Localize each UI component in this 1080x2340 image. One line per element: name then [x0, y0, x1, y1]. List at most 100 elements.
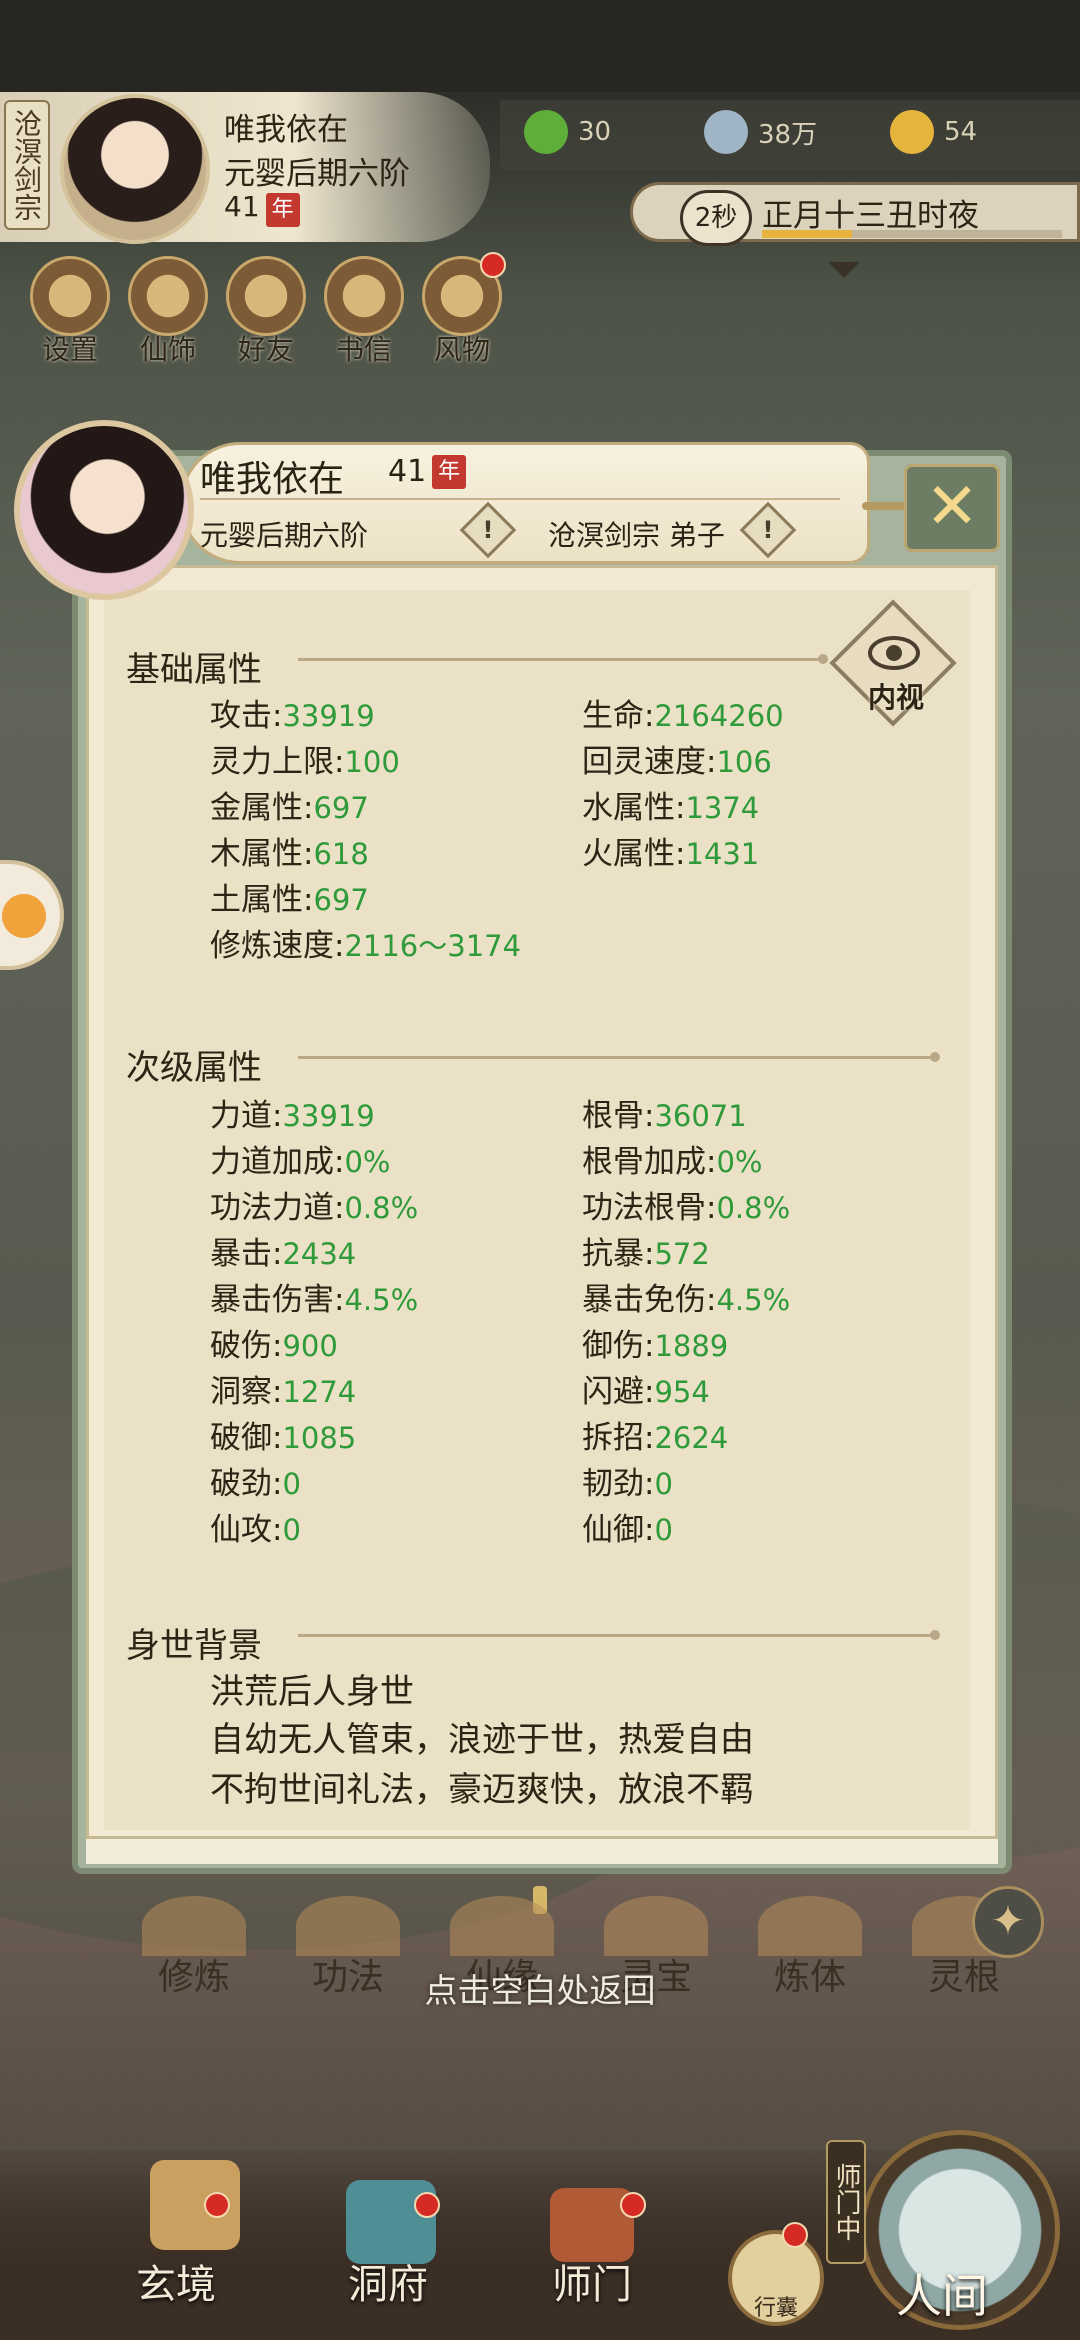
stat-value: 36071 — [654, 1099, 747, 1133]
menu-label: 仙饰 — [139, 333, 196, 366]
tap-to-return-hint: 点击空白处返回 — [424, 1971, 656, 2010]
techniques-icon — [296, 1896, 400, 1956]
character-age: 41 年 — [388, 454, 467, 489]
stat-constitution: 根骨:36071 — [582, 1098, 747, 1134]
menu-settings[interactable]: 设置 — [30, 256, 110, 368]
close-button-rod — [862, 502, 908, 510]
stat-crit-damage-reduction: 暴击免伤:4.5% — [582, 1282, 791, 1318]
stat-water: 水属性:1374 — [582, 790, 760, 826]
menu-scenery[interactable]: 风物 — [422, 252, 506, 368]
stat-value: 2164260 — [654, 699, 784, 733]
stat-toughness: 韧劲:0 — [582, 1466, 673, 1502]
exclamation-icon: ! — [482, 516, 494, 544]
friends-icon — [226, 256, 306, 336]
resource-coin[interactable]: 38万 — [704, 110, 817, 154]
stat-attack: 攻击:33919 — [210, 698, 375, 734]
stat-label: 仙攻 — [210, 1512, 272, 1548]
stat-value: 0 — [654, 1467, 673, 1501]
stat-metal: 金属性:697 — [210, 790, 369, 826]
bag-button[interactable]: 行囊 — [728, 2230, 824, 2326]
close-button[interactable]: ✕ — [904, 464, 1000, 552]
character-sect-role: 沧溟剑宗 弟子 — [548, 519, 725, 552]
stat-value: 0% — [716, 1145, 763, 1179]
coin-icon — [704, 110, 748, 154]
chevron-down-icon[interactable] — [828, 262, 860, 278]
game-time: 正月十三丑时夜 — [762, 198, 979, 234]
stat-label: 仙御 — [582, 1512, 644, 1548]
stat-label: 功法根骨 — [582, 1190, 706, 1226]
player-avatar[interactable] — [60, 94, 210, 244]
stat-label: 破伤 — [210, 1328, 272, 1364]
bag-label: 行囊 — [753, 2296, 798, 2321]
letter-icon — [324, 256, 404, 336]
stat-label: 拆招 — [582, 1420, 644, 1456]
stat-value: 1274 — [282, 1375, 357, 1409]
costume-icon — [128, 256, 208, 336]
stat-label: 功法力道 — [210, 1190, 334, 1226]
nav-sect[interactable]: 师门 — [552, 2252, 632, 2310]
notification-dot — [620, 2192, 646, 2218]
menu-friends[interactable]: 好友 — [226, 256, 306, 368]
stat-value: 33919 — [282, 699, 375, 733]
stat-strength: 力道:33919 — [210, 1098, 375, 1134]
stat-pierce-damage: 破伤:900 — [210, 1328, 338, 1364]
stat-immortal-defense: 仙御:0 — [582, 1512, 673, 1548]
cultivate-icon — [142, 1896, 246, 1956]
stat-value: 1085 — [282, 1421, 357, 1455]
gear-icon — [30, 256, 110, 336]
stat-immortal-attack: 仙攻:0 — [210, 1512, 301, 1548]
stat-label: 火属性 — [582, 836, 675, 872]
resource-leaf-value: 30 — [578, 117, 612, 147]
stat-spirit-max: 灵力上限:100 — [210, 744, 400, 780]
stat-value: 900 — [282, 1329, 338, 1363]
menu-letters[interactable]: 书信 — [324, 256, 404, 368]
background-line: 洪荒后人身世 — [210, 1672, 414, 1712]
stat-value: 1889 — [654, 1329, 729, 1363]
shuriken-icon: ✦ — [990, 1896, 1026, 1945]
stat-label: 破劲 — [210, 1466, 272, 1502]
exclamation-icon: ! — [762, 516, 774, 544]
body-icon — [758, 1896, 862, 1956]
shuriken-button[interactable]: ✦ — [972, 1886, 1044, 1958]
resource-strength[interactable]: 54 — [890, 110, 977, 154]
stat-value: 954 — [654, 1375, 710, 1409]
stat-label: 闪避 — [582, 1374, 644, 1410]
stat-break-toughness: 破劲:0 — [210, 1466, 301, 1502]
stat-label: 根骨加成 — [582, 1144, 706, 1180]
section-divider — [298, 654, 828, 664]
close-icon: ✕ — [925, 470, 979, 544]
notification-dot — [414, 2192, 440, 2218]
nav-cave[interactable]: 洞府 — [348, 2252, 428, 2310]
stat-value: 0.8% — [716, 1191, 791, 1225]
leaf-icon — [524, 110, 568, 154]
stat-value: 2116～3174 — [344, 929, 522, 963]
stat-value: 618 — [313, 837, 369, 871]
stat-cultivation-speed: 修炼速度:2116～3174 — [210, 928, 522, 964]
stat-insight: 洞察:1274 — [210, 1374, 357, 1410]
menu-label: 书信 — [335, 333, 392, 366]
resource-leaf[interactable]: 30 — [524, 110, 611, 154]
strength-icon — [890, 110, 934, 154]
resource-coin-value: 38万 — [758, 119, 818, 150]
player-age-value: 41 — [224, 190, 260, 223]
stat-label: 力道加成 — [210, 1144, 334, 1180]
stat-dodge: 闪避:954 — [582, 1374, 710, 1410]
stat-label: 暴击 — [210, 1236, 272, 1272]
panel-bottom-edge — [86, 1836, 998, 1864]
stat-value: 0 — [282, 1467, 301, 1501]
stat-value: 100 — [344, 745, 400, 779]
menu-label: 风物 — [433, 333, 490, 366]
notification-dot — [782, 2222, 808, 2248]
notification-dot — [480, 252, 506, 278]
menu-costume[interactable]: 仙饰 — [128, 256, 208, 368]
treasure-icon — [604, 1896, 708, 1956]
stat-crit-damage: 暴击伤害:4.5% — [210, 1282, 419, 1318]
stat-crit: 暴击:2434 — [210, 1236, 357, 1272]
menu-label: 设置 — [41, 333, 98, 366]
nav-xuanjing[interactable]: 玄境 — [136, 2252, 216, 2310]
stat-value: 106 — [716, 745, 772, 779]
background-line: 自幼无人管束，浪迹于世，热爱自由 — [210, 1720, 754, 1760]
stat-skill-strength: 功法力道:0.8% — [210, 1190, 419, 1226]
character-name: 唯我依在 — [200, 459, 345, 500]
age-unit-badge: 年 — [432, 454, 467, 489]
